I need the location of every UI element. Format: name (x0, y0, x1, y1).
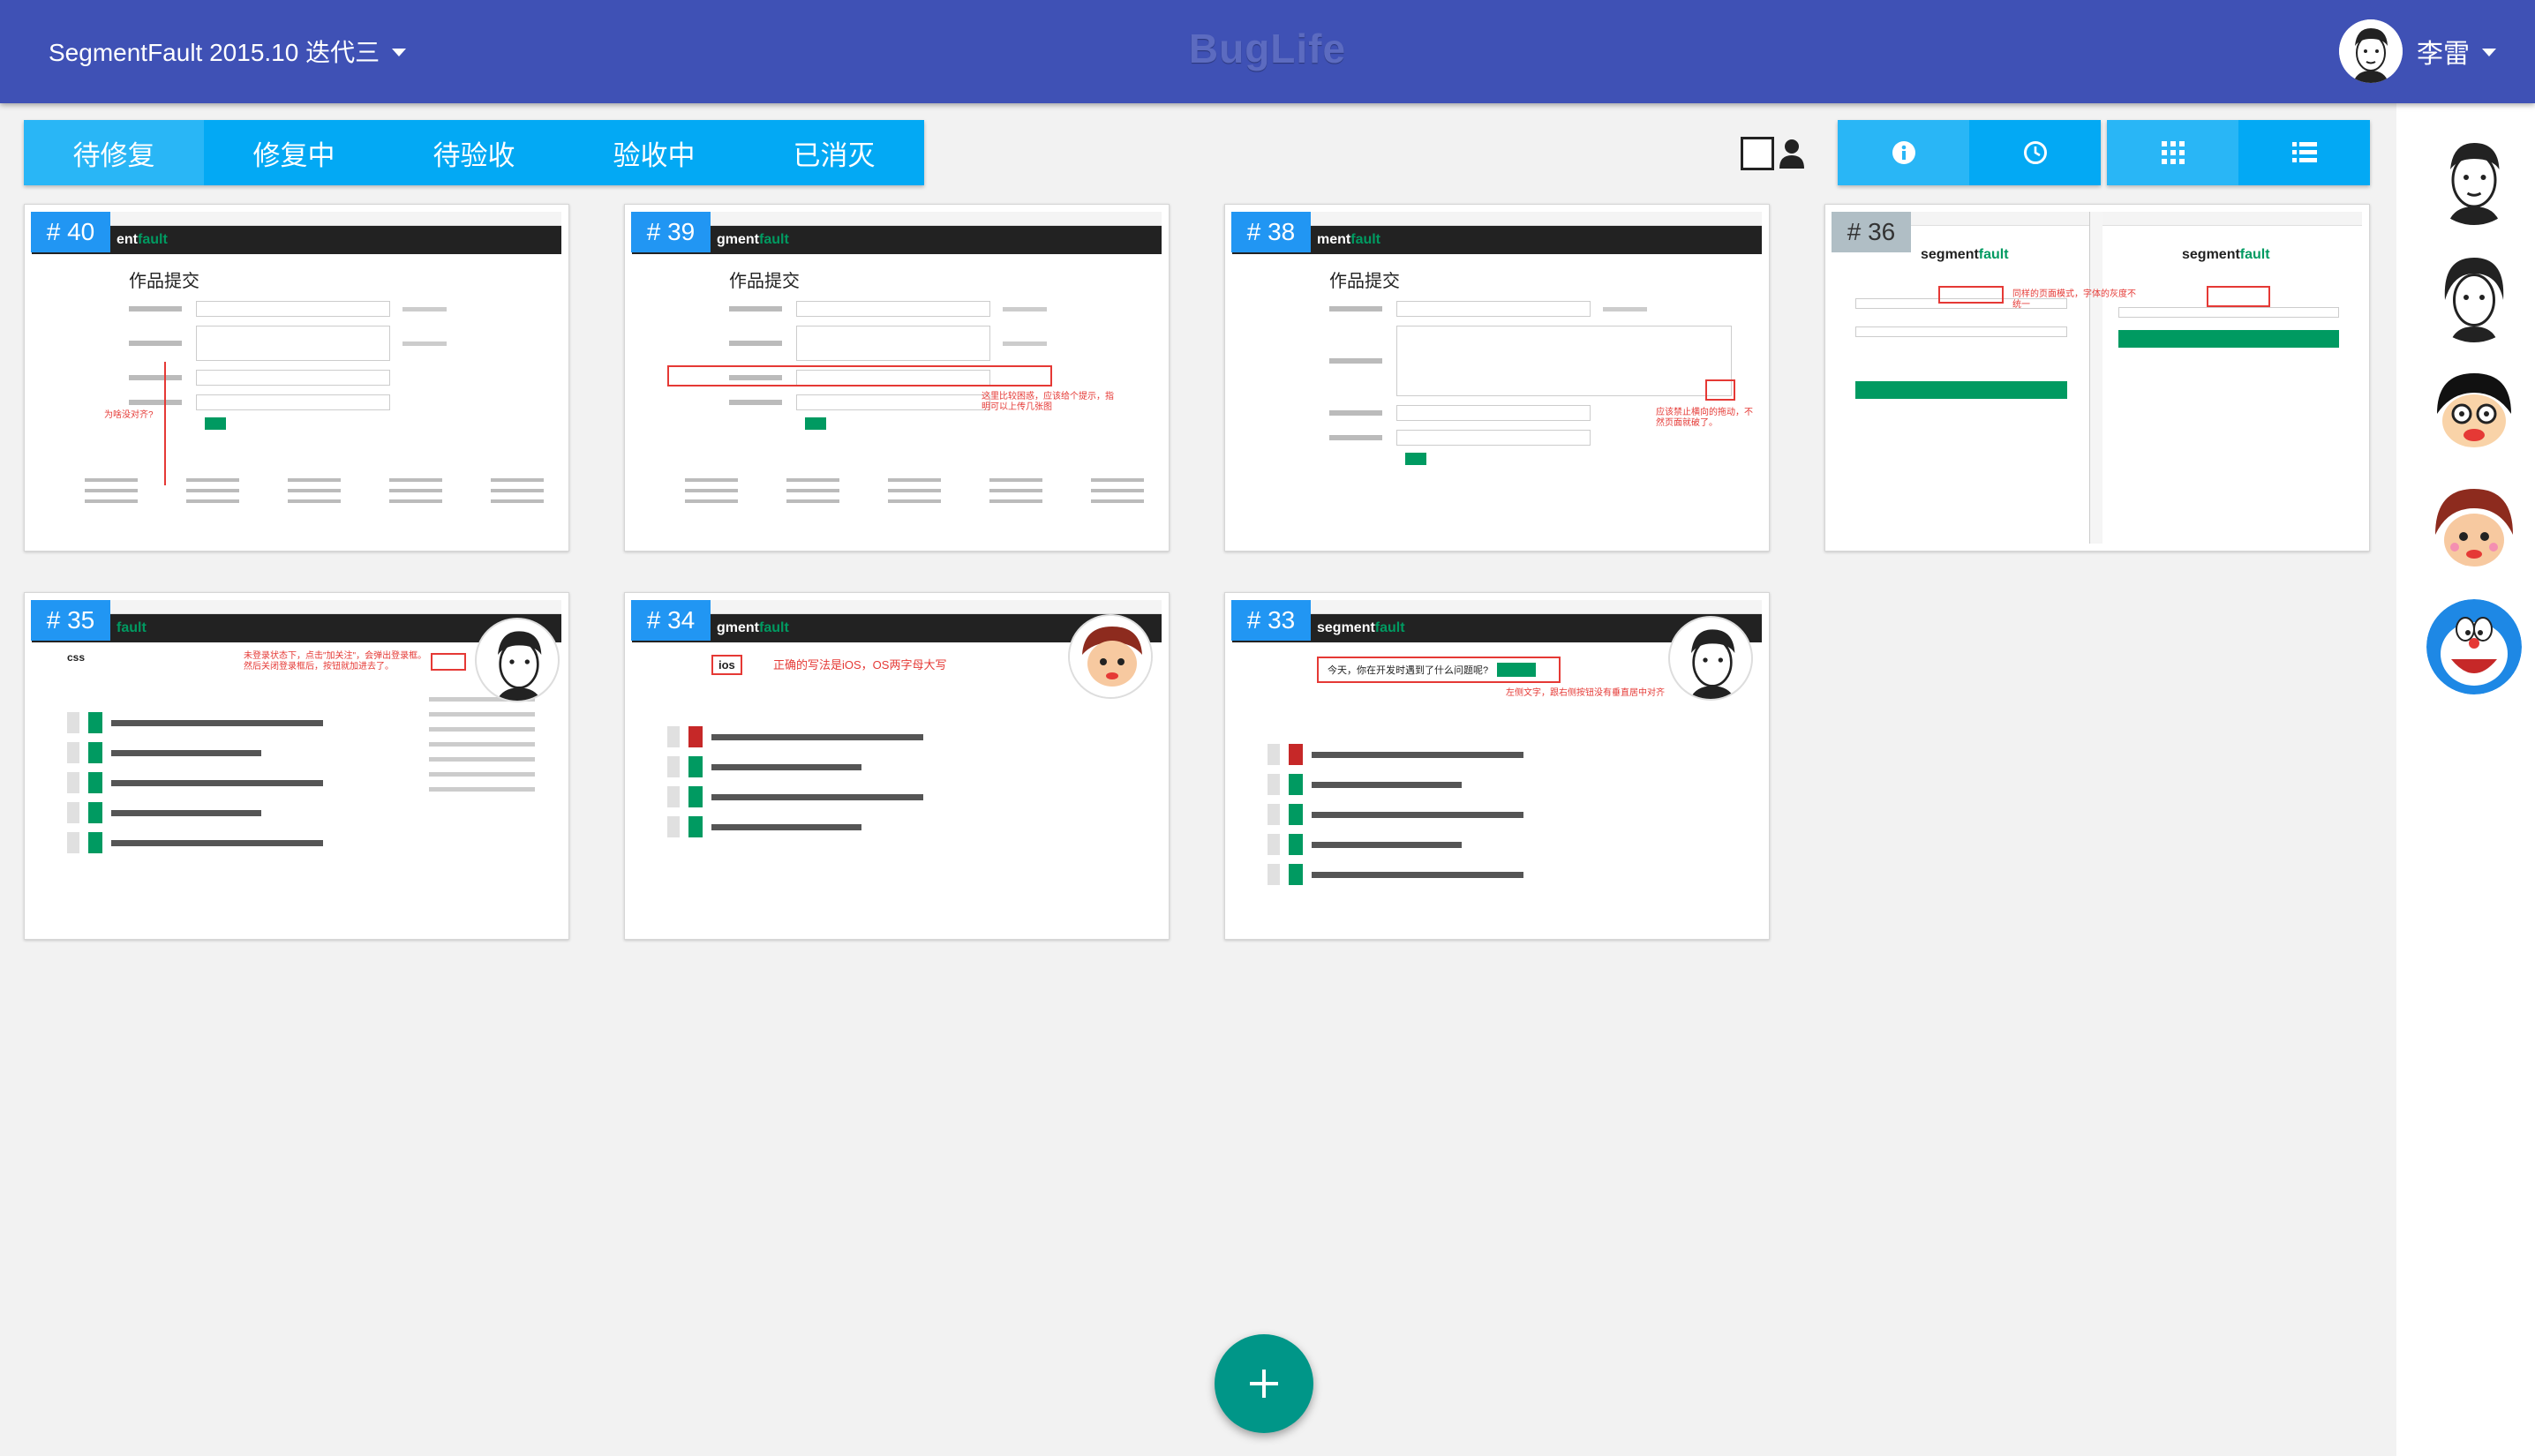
app-title: BugLife (1188, 26, 1347, 71)
add-bug-button[interactable] (1215, 1334, 1313, 1433)
bug-id-badge: # 35 (31, 600, 110, 641)
bug-card[interactable]: # 34 gment fault ios 正确的写法是iOS，OS两字母大写 (624, 592, 1170, 940)
person-icon (1779, 139, 1804, 169)
checkbox-icon[interactable] (1741, 137, 1774, 170)
sf-logo: fault (117, 620, 147, 635)
detail-button-group (1838, 120, 2101, 185)
user-name: 李雷 (2417, 40, 2470, 69)
sf-logo: segment fault (1921, 247, 2009, 262)
info-icon (1892, 141, 1915, 164)
sf-logo: gment fault (717, 232, 789, 247)
bug-screenshot: segment fault segment fault 同样的页面模式，字体的灰度不… (1832, 212, 2362, 544)
bug-screenshot: segment fault 今天，你在开发时遇到了什么问题呢? 左侧文字，跟右侧按… (1232, 600, 1762, 932)
chevron-down-icon (2482, 48, 2496, 56)
plus-icon (1250, 1370, 1278, 1398)
screenshot-heading: 作品提交 (129, 272, 199, 291)
member-avatar[interactable] (2426, 599, 2522, 694)
user-menu[interactable]: 李雷 (2339, 18, 2496, 85)
reporter-avatar (475, 618, 560, 702)
screenshot-heading: ios (711, 655, 742, 675)
annotation: 这里比较困惑，应该给个提示，指明可以上传几张图 (982, 392, 1114, 412)
screenshot-heading: 作品提交 (729, 272, 800, 291)
history-button[interactable] (1969, 120, 2101, 185)
list-view-button[interactable] (2238, 120, 2370, 185)
bug-id-badge: # 34 (631, 600, 711, 641)
tab-pending-fix[interactable]: 待修复 (24, 120, 204, 185)
bug-card[interactable]: # 40 ent fault 作品提交 为啥没对齐? (24, 204, 569, 552)
bug-id-badge: # 36 (1832, 212, 1911, 252)
bug-card[interactable]: # 39 gment fault 作品提交 这里比较困惑，应该给个提示，指明可以上… (624, 204, 1170, 552)
sf-logo: ment fault (1317, 232, 1381, 247)
reporter-avatar (1668, 616, 1753, 701)
reporter-avatar (1068, 614, 1153, 699)
info-button[interactable] (1838, 120, 1969, 185)
annotation: 正确的写法是iOS，OS两字母大写 (773, 658, 947, 672)
status-tabs: 待修复 修复中 待验收 验收中 已消灭 (24, 120, 924, 185)
screenshot-heading: 作品提交 (1329, 272, 1400, 291)
annotation: 为啥没对齐? (104, 410, 154, 420)
grid-view-button[interactable] (2107, 120, 2238, 185)
annotation: 应该禁止横向的拖动，不然页面就破了。 (1656, 408, 1753, 428)
tab-pending-review[interactable]: 待验收 (384, 120, 564, 185)
annotation: 未登录状态下，点击"加关注"，会弹出登录框。然后关闭登录框后，按钮就加进去了。 (244, 651, 427, 672)
grid-view-icon (2161, 141, 2185, 164)
screenshot-heading: 今天，你在开发时遇到了什么问题呢? (1328, 665, 1489, 676)
sf-logo: ent fault (117, 232, 168, 247)
tab-fixing[interactable]: 修复中 (204, 120, 384, 185)
bug-id-badge: # 40 (31, 212, 110, 252)
bug-card[interactable]: # 33 segment fault 今天，你在开发时遇到了什么问题呢? 左侧文字… (1224, 592, 1770, 940)
sf-logo: segment fault (1317, 620, 1405, 635)
bug-card[interactable]: # 38 ment fault 作品提交 应该禁止横向的拖动，不然页面就破了。 (1224, 204, 1770, 552)
bug-screenshot: ment fault 作品提交 应该禁止横向的拖动，不然页面就破了。 (1232, 212, 1762, 544)
sf-logo: gment fault (717, 620, 789, 635)
tab-reviewing[interactable]: 验收中 (564, 120, 744, 185)
tab-eliminated[interactable]: 已消灭 (744, 120, 924, 185)
bug-screenshot: ent fault 作品提交 为啥没对齐? (32, 212, 561, 544)
app-header: SegmentFault 2015.10 迭代三 BugLife 李雷 (0, 0, 2535, 103)
member-avatar[interactable] (2426, 247, 2522, 342)
bug-id-badge: # 33 (1231, 600, 1311, 641)
bug-card[interactable]: # 35 fault css 未登录状态下，点击"加关注"，会弹出登录框。然后关… (24, 592, 569, 940)
bug-id-badge: # 39 (631, 212, 711, 252)
bug-screenshot: gment fault ios 正确的写法是iOS，OS两字母大写 (632, 600, 1162, 932)
user-avatar (2339, 19, 2403, 83)
bug-screenshot: fault css 未登录状态下，点击"加关注"，会弹出登录框。然后关闭登录框后… (32, 600, 561, 932)
bug-screenshot: gment fault 作品提交 这里比较困惑，应该给个提示，指明可以上传几张图 (632, 212, 1162, 544)
bug-card[interactable]: # 36 segment fault segment fault 同样的页面模式，字… (1824, 204, 2370, 552)
member-avatar[interactable] (2426, 482, 2522, 577)
clock-icon (2023, 141, 2047, 164)
member-avatar[interactable] (2426, 130, 2522, 225)
view-toggle-group (2107, 120, 2370, 185)
my-bugs-filter[interactable] (1741, 136, 1804, 171)
annotation: 同样的页面模式，字体的灰度不统一 (2012, 289, 2136, 310)
list-view-icon (2291, 142, 2317, 162)
member-avatar[interactable] (2426, 364, 2522, 460)
member-panel (2396, 103, 2535, 1456)
bug-id-badge: # 38 (1231, 212, 1311, 252)
